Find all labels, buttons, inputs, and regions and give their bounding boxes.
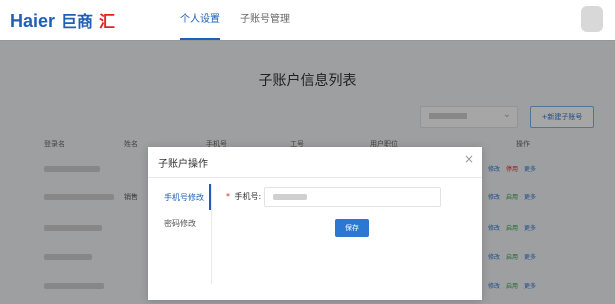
required-mark: * (226, 192, 230, 201)
phone-label: * 手机号: (226, 191, 261, 202)
nav-tabs: 个人设置 子账号管理 (180, 0, 290, 40)
tab-subaccount-management[interactable]: 子账号管理 (240, 0, 290, 40)
modal-divider (148, 177, 482, 178)
save-button[interactable]: 保存 (335, 219, 369, 237)
modal-title: 子账户操作 (158, 159, 208, 170)
tab-personal-settings[interactable]: 个人设置 (180, 0, 220, 40)
menu-item-password-change[interactable]: 密码修改 (148, 210, 211, 236)
logo: Haier 巨商 汇 (10, 8, 115, 32)
brand-name: Haier (10, 11, 56, 31)
modal-menu: 手机号修改 密码修改 (148, 184, 211, 284)
phone-input-value (273, 194, 307, 200)
subaccount-modal: 子账户操作 × 手机号修改 密码修改 * 手机号: 保存 (148, 147, 482, 300)
menu-divider (211, 184, 212, 284)
menu-item-phone-change[interactable]: 手机号修改 (148, 184, 211, 210)
avatar[interactable] (581, 6, 603, 32)
phone-label-text: 手机号: (234, 192, 262, 201)
brand-zh-blue: 巨商 (61, 12, 94, 31)
brand-zh-red: 汇 (99, 12, 116, 31)
top-bar: Haier 巨商 汇 个人设置 子账号管理 (0, 0, 615, 41)
phone-input[interactable] (264, 187, 441, 207)
close-icon[interactable]: × (464, 152, 474, 166)
